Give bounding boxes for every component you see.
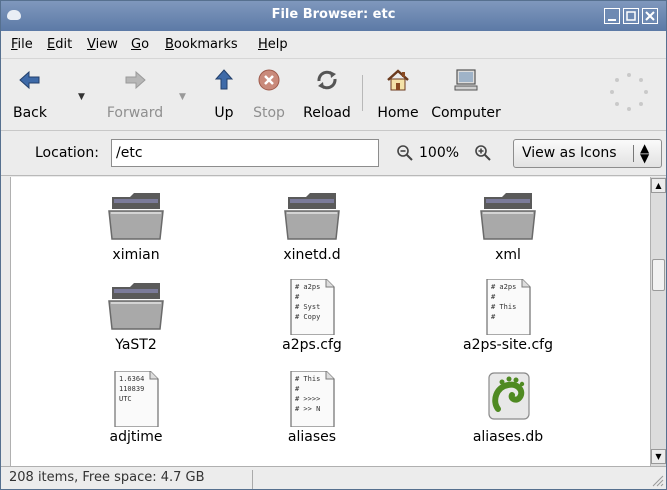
menu-file[interactable]: File [11, 37, 33, 52]
file-name: aliases.db [472, 429, 544, 445]
folder-icon [108, 193, 164, 240]
zoom-in-icon[interactable] [474, 144, 492, 162]
computer-button[interactable]: Computer [427, 67, 505, 125]
zoom-out-icon[interactable] [396, 144, 414, 162]
forward-button[interactable]: Forward [101, 67, 169, 125]
menu-bookmarks[interactable]: Bookmarks [165, 37, 238, 52]
back-button[interactable]: Back [5, 67, 55, 125]
stop-icon [258, 69, 280, 91]
text-file-icon: # a2ps # # Syst # Copy [290, 279, 335, 335]
location-bar: Location: /etc 100% View as Icons ▲ ▼ [1, 131, 666, 176]
menu-bar: File Edit View Go Bookmarks Help [1, 31, 666, 59]
svg-text:UTC: UTC [119, 395, 132, 403]
reload-icon [317, 70, 337, 90]
up-arrow-icon [214, 69, 234, 90]
resize-grip-icon[interactable] [650, 473, 664, 487]
file-name: a2ps-site.cfg [463, 337, 553, 353]
activity-throbber-icon [610, 73, 648, 111]
folder-icon [108, 283, 164, 330]
scroll-up-button[interactable]: ▲ [651, 178, 666, 193]
view-mode-label: View as Icons [522, 145, 617, 161]
view-mode-select[interactable]: View as Icons ▲ ▼ [513, 139, 662, 168]
zoom-level[interactable]: 100% [419, 145, 459, 161]
scrollbar-thumb[interactable] [652, 259, 665, 291]
svg-text:# >>>>: # >>>> [295, 395, 320, 403]
forward-history-dropdown[interactable]: ▼ [179, 92, 186, 102]
reload-button[interactable]: Reload [297, 67, 357, 125]
svg-text:# a2ps: # a2ps [491, 283, 516, 291]
status-bar: 208 items, Free space: 4.7 GB [1, 466, 666, 489]
file-name: aliases [287, 429, 337, 445]
file-item-xinetd-d[interactable]: xinetd.d [232, 177, 392, 267]
file-name: a2ps.cfg [282, 337, 342, 353]
svg-text:1.6364: 1.6364 [119, 375, 144, 383]
back-arrow-icon [19, 70, 40, 90]
forward-arrow-icon [125, 70, 146, 90]
up-button[interactable]: Up [209, 67, 239, 125]
vertical-scrollbar[interactable]: ▲ ▼ [650, 177, 666, 466]
svg-text:# Syst: # Syst [295, 303, 320, 311]
file-icon-view[interactable]: ximian xinetd.d xml YaST2 # a2ps # # Sys… [10, 177, 650, 466]
window-title: File Browser: etc [271, 7, 396, 22]
file-name: xinetd.d [283, 247, 341, 263]
file-name: ximian [112, 247, 160, 263]
file-item-a2ps-site-cfg[interactable]: # a2ps # # This # a2ps-site.cfg [428, 267, 588, 357]
text-file-icon: 1.6364 110839 UTC [114, 371, 159, 427]
text-file-icon: # a2ps # # This # [486, 279, 531, 335]
file-name: YaST2 [115, 337, 157, 353]
gnome-database-icon [488, 372, 530, 420]
title-bar[interactable]: File Browser: etc [1, 1, 666, 31]
close-button[interactable] [642, 8, 658, 24]
file-item-ximian[interactable]: ximian [56, 177, 216, 267]
file-item-aliases-db[interactable]: aliases.db [428, 359, 588, 449]
svg-text:110839: 110839 [119, 385, 144, 393]
minimize-button[interactable] [604, 8, 620, 24]
text-file-icon: # This # # >>>> # >> N [290, 371, 335, 427]
menu-go[interactable]: Go [131, 37, 149, 52]
menu-help[interactable]: Help [258, 37, 288, 52]
menu-view[interactable]: View [87, 37, 118, 52]
location-input[interactable]: /etc [111, 139, 379, 167]
file-name: xml [495, 247, 521, 263]
location-label: Location: [35, 145, 99, 161]
toolbar-separator [362, 75, 363, 111]
file-item-xml[interactable]: xml [428, 177, 588, 267]
home-icon [387, 69, 409, 91]
menu-edit[interactable]: Edit [47, 37, 72, 52]
scroll-down-button[interactable]: ▼ [651, 449, 666, 464]
file-item-adjtime[interactable]: 1.6364 110839 UTC adjtime [56, 359, 216, 449]
status-text: 208 items, Free space: 4.7 GB [9, 470, 253, 489]
maximize-button[interactable] [623, 8, 639, 24]
file-item-aliases[interactable]: # This # # >>>> # >> N aliases [232, 359, 392, 449]
svg-text:# Copy: # Copy [295, 313, 320, 321]
stop-button[interactable]: Stop [249, 67, 289, 125]
file-browser-window: File Browser: etc File Edit View Go Book… [0, 0, 667, 490]
select-arrows-icon: ▲ ▼ [640, 141, 650, 165]
svg-text:# a2ps: # a2ps [295, 283, 320, 291]
folder-icon [480, 193, 536, 240]
toolbar: Back ▼ Forward ▼ Up Stop Reload Home Com… [1, 59, 666, 131]
computer-icon [454, 69, 478, 91]
file-item-yast2[interactable]: YaST2 [56, 267, 216, 357]
folder-icon [284, 193, 340, 240]
svg-text:# This: # This [491, 303, 516, 311]
svg-text:# >> N: # >> N [295, 405, 320, 413]
home-button[interactable]: Home [369, 67, 427, 125]
back-history-dropdown[interactable]: ▼ [78, 92, 85, 102]
svg-text:# This: # This [295, 375, 320, 383]
file-name: adjtime [109, 429, 163, 445]
file-item-a2ps-cfg[interactable]: # a2ps # # Syst # Copy a2ps.cfg [232, 267, 392, 357]
